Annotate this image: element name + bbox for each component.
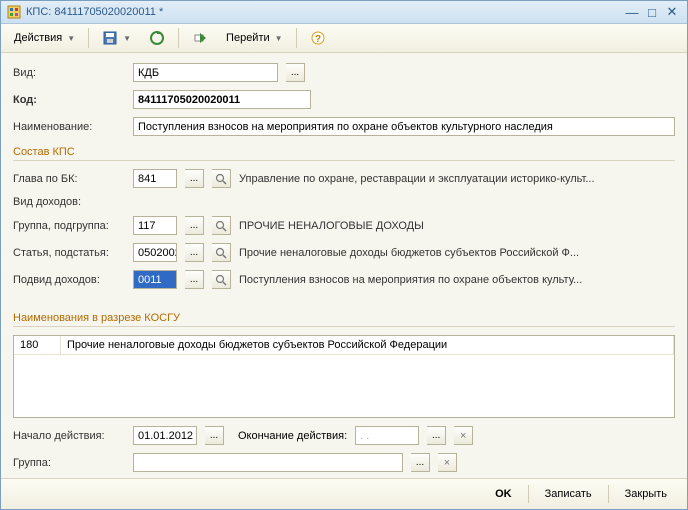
- input-end-date[interactable]: . .: [355, 426, 419, 445]
- podvid-description: Поступления взносов на мероприятия по ох…: [239, 274, 675, 286]
- footer-separator: [528, 485, 529, 503]
- kosgu-grid[interactable]: 180 Прочие неналоговые доходы бюджетов с…: [13, 335, 675, 418]
- label-start: Начало действия:: [13, 430, 125, 442]
- row-statya: Статья, подстатья: 0502002 ... Прочие не…: [13, 243, 675, 262]
- clear-group-button[interactable]: ×: [438, 453, 457, 472]
- goto-icon: [192, 30, 208, 46]
- row-naim: Наименование: Поступления взносов на мер…: [13, 117, 675, 136]
- close-button[interactable]: Закрыть: [615, 483, 677, 505]
- minimize-button[interactable]: —: [623, 4, 641, 20]
- refresh-toolbar-button[interactable]: [142, 26, 172, 50]
- titlebar: КПС: 84111705020020011 * — □ ✕: [1, 1, 687, 24]
- help-toolbar-button[interactable]: ?: [303, 26, 333, 50]
- svg-text:?: ?: [315, 34, 321, 45]
- input-start-date[interactable]: 01.01.2012: [133, 426, 197, 445]
- window-title: КПС: 84111705020020011 *: [26, 6, 621, 18]
- row-vid: Вид: КДБ ...: [13, 63, 675, 82]
- disk-icon: [102, 30, 118, 46]
- chevron-down-icon: ▼: [67, 34, 75, 43]
- label-glava: Глава по БК:: [13, 173, 125, 185]
- actions-label: Действия: [14, 32, 62, 44]
- label-gruppa: Группа, подгруппа:: [13, 220, 125, 232]
- refresh-icon: [149, 30, 165, 46]
- footer-separator: [608, 485, 609, 503]
- open-glava-button[interactable]: [212, 169, 231, 188]
- row-group: Группа: ... ×: [13, 453, 675, 472]
- select-start-date-button[interactable]: ...: [205, 426, 224, 445]
- select-glava-button[interactable]: ...: [185, 169, 204, 188]
- input-vid[interactable]: КДБ: [133, 63, 278, 82]
- section-sostav: Состав КПС: [13, 146, 675, 161]
- label-group: Группа:: [13, 457, 125, 469]
- statya-description: Прочие неналоговые доходы бюджетов субъе…: [239, 247, 675, 259]
- label-naim: Наименование:: [13, 121, 125, 133]
- label-podvid: Подвид доходов:: [13, 274, 125, 286]
- toolbar-separator: [296, 28, 297, 48]
- label-kod: Код:: [13, 94, 125, 106]
- kosgu-name-cell: Прочие неналоговые доходы бюджетов субъе…: [61, 336, 674, 354]
- goto-label: Перейти: [226, 32, 270, 44]
- row-gruppa: Группа, подгруппа: 117 ... ПРОЧИЕ НЕНАЛО…: [13, 216, 675, 235]
- app-icon: [7, 5, 21, 19]
- label-end: Окончание действия:: [238, 430, 347, 442]
- open-statya-button[interactable]: [212, 243, 231, 262]
- save-button[interactable]: Записать: [535, 483, 602, 505]
- label-statya: Статья, подстатья:: [13, 247, 125, 259]
- select-podvid-button[interactable]: ...: [185, 270, 204, 289]
- clear-end-date-button[interactable]: ×: [454, 426, 473, 445]
- select-group-button[interactable]: ...: [411, 453, 430, 472]
- input-podvid[interactable]: 0011: [133, 270, 177, 289]
- window: КПС: 84111705020020011 * — □ ✕ Действия …: [0, 0, 688, 510]
- chevron-down-icon: ▼: [275, 34, 283, 43]
- toolbar: Действия ▼ ▼ Перейти ▼ ?: [1, 24, 687, 53]
- input-statya[interactable]: 0502002: [133, 243, 177, 262]
- footer: OK Записать Закрыть: [1, 478, 687, 509]
- row-kod: Код: 84111705020020011: [13, 90, 675, 109]
- kosgu-code-cell: 180: [14, 336, 61, 354]
- input-kod[interactable]: 84111705020020011: [133, 90, 311, 109]
- select-end-date-button[interactable]: ...: [427, 426, 446, 445]
- toolbar-separator: [88, 28, 89, 48]
- goto-toolbar-button[interactable]: [185, 26, 215, 50]
- maximize-button[interactable]: □: [643, 4, 661, 20]
- table-row[interactable]: 180 Прочие неналоговые доходы бюджетов с…: [14, 336, 674, 355]
- chevron-down-icon: ▼: [123, 34, 131, 43]
- select-gruppa-button[interactable]: ...: [185, 216, 204, 235]
- open-podvid-button[interactable]: [212, 270, 231, 289]
- input-glava[interactable]: 841: [133, 169, 177, 188]
- row-viddoh-header: Вид доходов:: [13, 196, 675, 208]
- label-viddoh: Вид доходов:: [13, 196, 81, 208]
- input-naim[interactable]: Поступления взносов на мероприятия по ох…: [133, 117, 675, 136]
- form-body: Вид: КДБ ... Код: 84111705020020011 Наим…: [1, 53, 687, 478]
- glava-description: Управление по охране, реставрации и эксп…: [239, 173, 675, 185]
- save-toolbar-button[interactable]: ▼: [95, 26, 138, 50]
- row-podvid: Подвид доходов: 0011 ... Поступления взн…: [13, 270, 675, 289]
- label-vid: Вид:: [13, 67, 125, 79]
- close-window-button[interactable]: ✕: [663, 4, 681, 20]
- actions-menu[interactable]: Действия ▼: [7, 26, 82, 50]
- row-dates: Начало действия: 01.01.2012 ... Окончани…: [13, 426, 675, 445]
- ok-button[interactable]: OK: [485, 483, 522, 505]
- help-icon: ?: [310, 30, 326, 46]
- input-gruppa[interactable]: 117: [133, 216, 177, 235]
- section-kosgu: Наименования в разрезе КОСГУ: [13, 312, 675, 327]
- input-group[interactable]: [133, 453, 403, 472]
- row-glava: Глава по БК: 841 ... Управление по охран…: [13, 169, 675, 188]
- toolbar-separator: [178, 28, 179, 48]
- goto-menu[interactable]: Перейти ▼: [219, 26, 290, 50]
- gruppa-description: ПРОЧИЕ НЕНАЛОГОВЫЕ ДОХОДЫ: [239, 220, 675, 232]
- open-gruppa-button[interactable]: [212, 216, 231, 235]
- select-vid-button[interactable]: ...: [286, 63, 305, 82]
- select-statya-button[interactable]: ...: [185, 243, 204, 262]
